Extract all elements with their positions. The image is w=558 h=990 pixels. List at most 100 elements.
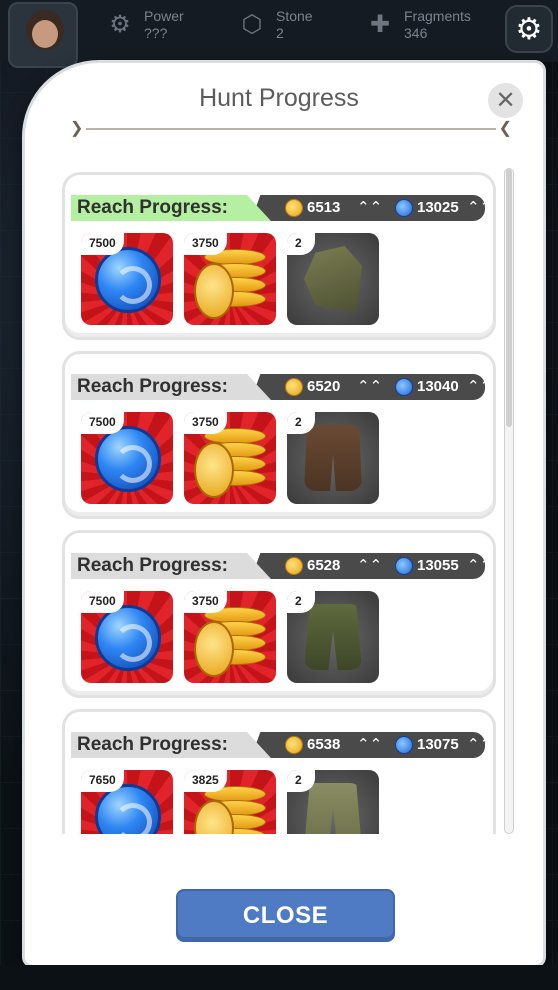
chevron-up-icon: ⌃⌃ bbox=[467, 378, 493, 395]
top-bar: ⚙ Power ??? ⬡ Stone 2 ✚ Fragments 346 ⚙ bbox=[0, 0, 558, 68]
scrollbar[interactable] bbox=[504, 168, 514, 834]
divider-line bbox=[86, 128, 496, 130]
stat-label: Fragments bbox=[404, 8, 471, 24]
reward-title: Reach Progress: 41 bbox=[71, 195, 271, 221]
item-quantity: 7500 bbox=[81, 591, 124, 613]
reward-header: Reach Progress: 42 6520 ⌃⌃ 13040 ⌃⌃ bbox=[71, 374, 492, 400]
chevron-up-icon: ⌃⌃ bbox=[467, 736, 493, 753]
dialog-title: Hunt Progress bbox=[199, 84, 359, 112]
gold-icon bbox=[285, 736, 303, 754]
stat-value: 346 bbox=[404, 25, 428, 41]
pants-shape bbox=[304, 783, 362, 834]
settings-button[interactable]: ⚙ bbox=[505, 5, 553, 53]
reward-title: Reach Progress: 42 bbox=[71, 374, 271, 400]
reward-header: Reach Progress: 44 6538 ⌃⌃ 13075 ⌃⌃ bbox=[71, 732, 492, 758]
coin bbox=[194, 442, 234, 498]
item-quantity: 3750 bbox=[184, 412, 227, 434]
gold-coins-icon bbox=[194, 428, 268, 498]
coin bbox=[194, 621, 234, 677]
item-quantity: 3750 bbox=[184, 233, 227, 255]
coin bbox=[194, 263, 234, 319]
close-button[interactable]: CLOSE bbox=[176, 889, 395, 942]
gem-icon bbox=[395, 199, 413, 217]
chevron-up-icon: ⌃⌃ bbox=[467, 199, 493, 216]
gem-icon bbox=[395, 378, 413, 396]
divider-ornament-right: ❮ bbox=[498, 120, 512, 137]
reward-item[interactable]: 7500 bbox=[81, 591, 173, 683]
chevron-up-icon: ⌃⌃ bbox=[357, 736, 383, 753]
avatar-face bbox=[32, 20, 58, 48]
gem-orb-icon bbox=[95, 426, 161, 492]
reward-item[interactable]: 3825 bbox=[184, 770, 276, 834]
reward-items: 7500 3750 2 bbox=[81, 233, 379, 327]
reward-item[interactable]: 2 bbox=[287, 591, 379, 683]
reward-item[interactable]: 3750 bbox=[184, 591, 276, 683]
item-quantity: 7650 bbox=[81, 770, 124, 792]
chevron-up-icon: ⌃⌃ bbox=[357, 378, 383, 395]
puzzle-icon: ✚ bbox=[369, 10, 391, 38]
divider-ornament-left: ❯ bbox=[70, 120, 84, 137]
scrollbar-thumb[interactable] bbox=[506, 169, 512, 427]
chevron-up-icon: ⌃⌃ bbox=[357, 199, 383, 216]
stat-fragments: ✚ Fragments 346 bbox=[364, 8, 471, 52]
gold-amount: 6528 bbox=[307, 557, 341, 574]
power-icon: ⚙ bbox=[109, 10, 131, 38]
gem-amount: 13040 bbox=[417, 378, 459, 395]
gold-coins-icon bbox=[194, 607, 268, 677]
gem-amount: 13055 bbox=[417, 557, 459, 574]
stat-value: ??? bbox=[144, 25, 168, 41]
stat-label: Power bbox=[144, 8, 184, 24]
reward-list[interactable]: Reach Progress: 41 6513 ⌃⌃ 13025 ⌃⌃ 7500 bbox=[62, 168, 502, 834]
gold-amount: 6520 bbox=[307, 378, 341, 395]
gem-icon bbox=[395, 736, 413, 754]
gold-icon bbox=[285, 557, 303, 575]
item-quantity: 7500 bbox=[81, 412, 124, 434]
stat-power: ⚙ Power ??? bbox=[104, 8, 184, 52]
reward-item[interactable]: 7650 bbox=[81, 770, 173, 834]
stat-label: Stone bbox=[276, 8, 313, 24]
reward-title: Reach Progress: 43 bbox=[71, 553, 271, 579]
reward-card: Reach Progress: 42 6520 ⌃⌃ 13040 ⌃⌃ 7500 bbox=[62, 351, 496, 519]
reward-items: 7650 3825 2 bbox=[81, 770, 379, 834]
gear-icon: ⚙ bbox=[515, 12, 543, 46]
stat-value: 2 bbox=[276, 25, 284, 41]
reward-item[interactable]: 2 bbox=[287, 412, 379, 504]
reward-header: Reach Progress: 41 6513 ⌃⌃ 13025 ⌃⌃ bbox=[71, 195, 492, 221]
reward-item[interactable]: 7500 bbox=[81, 412, 173, 504]
reward-item[interactable]: 2 bbox=[287, 233, 379, 325]
gold-amount: 6538 bbox=[307, 736, 341, 753]
shorts-shape bbox=[304, 425, 362, 491]
reward-item[interactable]: 2 bbox=[287, 770, 379, 834]
stone-icon: ⬡ bbox=[241, 10, 263, 38]
gem-amount: 13075 bbox=[417, 736, 459, 753]
avatar[interactable] bbox=[8, 2, 78, 68]
gem-orb-icon bbox=[95, 605, 161, 671]
reward-item[interactable]: 3750 bbox=[184, 233, 276, 325]
reward-header: Reach Progress: 43 6528 ⌃⌃ 13055 ⌃⌃ bbox=[71, 553, 492, 579]
gem-icon bbox=[395, 557, 413, 575]
reward-card: Reach Progress: 43 6528 ⌃⌃ 13055 ⌃⌃ 7500 bbox=[62, 530, 496, 698]
chevron-up-icon: ⌃⌃ bbox=[467, 557, 493, 574]
close-icon-button[interactable]: ✕ bbox=[488, 83, 523, 118]
bottom-background bbox=[0, 965, 558, 990]
stat-stone: ⬡ Stone 2 bbox=[236, 8, 313, 52]
reward-item[interactable]: 3750 bbox=[184, 412, 276, 504]
gold-icon bbox=[285, 199, 303, 217]
reward-title: Reach Progress: 44 bbox=[71, 732, 271, 758]
reward-items: 7500 3750 2 bbox=[81, 591, 379, 685]
item-quantity: 3825 bbox=[184, 770, 227, 792]
item-quantity: 3750 bbox=[184, 591, 227, 613]
reward-items: 7500 3750 2 bbox=[81, 412, 379, 506]
reward-item[interactable]: 7500 bbox=[81, 233, 173, 325]
gold-icon bbox=[285, 378, 303, 396]
pants-shape bbox=[304, 604, 362, 670]
gem-amount: 13025 bbox=[417, 199, 459, 216]
gem-orb-icon bbox=[95, 247, 161, 313]
item-quantity: 7500 bbox=[81, 233, 124, 255]
title-divider: ❯ ❮ bbox=[70, 120, 512, 137]
reward-card: Reach Progress: 41 6513 ⌃⌃ 13025 ⌃⌃ 7500 bbox=[62, 172, 496, 340]
chevron-up-icon: ⌃⌃ bbox=[357, 557, 383, 574]
gold-coins-icon bbox=[194, 249, 268, 319]
reward-card: Reach Progress: 44 6538 ⌃⌃ 13075 ⌃⌃ 7650 bbox=[62, 709, 496, 834]
gold-coins-icon bbox=[194, 786, 268, 834]
